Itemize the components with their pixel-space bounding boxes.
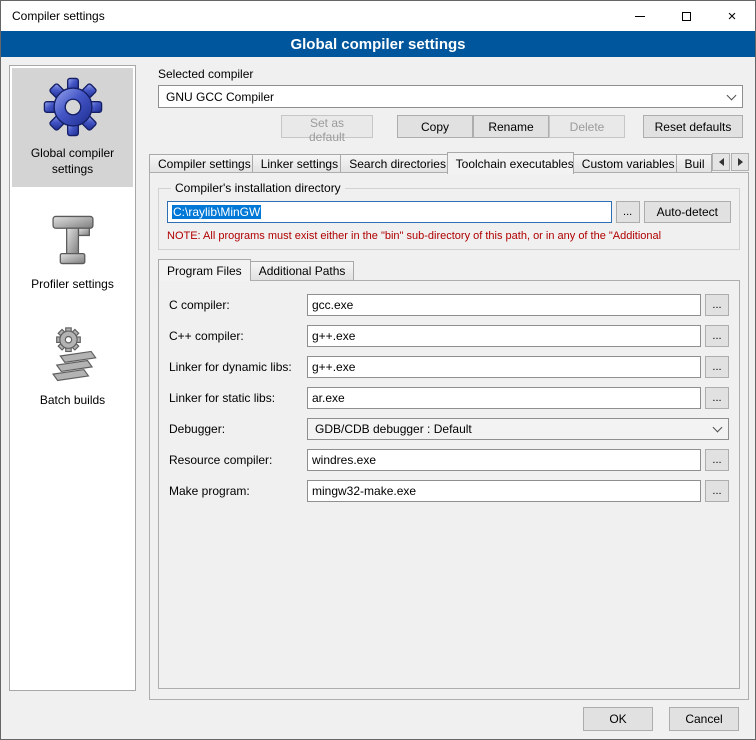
installation-directory-row: C:\raylib\MinGW ... Auto-detect <box>167 201 731 223</box>
debugger-select-value: GDB/CDB debugger : Default <box>315 422 472 436</box>
profiler-icon <box>44 211 102 269</box>
make-program-input[interactable]: mingw32-make.exe <box>307 480 701 502</box>
c-compiler-row: C compiler: gcc.exe ... <box>169 294 729 316</box>
installation-directory-group: Compiler's installation directory C:\ray… <box>158 181 740 250</box>
resource-compiler-browse-button[interactable]: ... <box>705 449 729 471</box>
tab-build-options[interactable]: Buil <box>676 154 713 173</box>
installation-directory-group-label: Compiler's installation directory <box>171 181 345 195</box>
tab-scroll-right-button[interactable] <box>731 153 749 171</box>
dynamic-linker-value: g++.exe <box>312 360 355 374</box>
window-title: Compiler settings <box>1 9 105 23</box>
tab-bar: Compiler settings Linker settings Search… <box>149 151 749 173</box>
sidebar-item-label: Batch builds <box>40 393 105 409</box>
sidebar: Global compiler settings Profiler settin… <box>9 65 136 691</box>
static-linker-row: Linker for static libs: ar.exe ... <box>169 387 729 409</box>
cancel-button[interactable]: Cancel <box>669 707 739 731</box>
dialog-header: Global compiler settings <box>1 31 755 57</box>
auto-detect-button[interactable]: Auto-detect <box>644 201 731 223</box>
close-button[interactable]: × <box>709 1 755 31</box>
tab-scroll-controls <box>711 153 749 171</box>
ok-button[interactable]: OK <box>583 707 653 731</box>
minimize-button[interactable] <box>617 1 663 31</box>
sidebar-item-profiler-settings[interactable]: Profiler settings <box>12 203 133 303</box>
compiler-select-value: GNU GCC Compiler <box>166 90 274 104</box>
installation-directory-input[interactable]: C:\raylib\MinGW <box>167 201 612 223</box>
tab-search-directories[interactable]: Search directories <box>340 154 447 173</box>
static-linker-value: ar.exe <box>312 391 345 405</box>
debugger-row: Debugger: GDB/CDB debugger : Default <box>169 418 729 440</box>
make-program-label: Make program: <box>169 484 307 498</box>
chevron-down-icon <box>727 90 737 100</box>
left-arrow-icon <box>719 158 724 166</box>
c-compiler-label: C compiler: <box>169 298 307 312</box>
maximize-button[interactable] <box>663 1 709 31</box>
debugger-select[interactable]: GDB/CDB debugger : Default <box>307 418 729 440</box>
delete-button[interactable]: Delete <box>549 115 625 138</box>
maximize-icon <box>682 12 691 21</box>
resource-compiler-row: Resource compiler: windres.exe ... <box>169 449 729 471</box>
right-arrow-icon <box>738 158 743 166</box>
tab-compiler-settings[interactable]: Compiler settings <box>149 154 253 173</box>
resource-compiler-value: windres.exe <box>312 453 376 467</box>
selected-compiler-label: Selected compiler <box>158 67 253 81</box>
cpp-compiler-label: C++ compiler: <box>169 329 307 343</box>
window-controls: × <box>617 1 755 31</box>
chevron-down-icon <box>713 423 723 433</box>
static-linker-input[interactable]: ar.exe <box>307 387 701 409</box>
c-compiler-browse-button[interactable]: ... <box>705 294 729 316</box>
copy-button[interactable]: Copy <box>397 115 473 138</box>
static-linker-label: Linker for static libs: <box>169 391 307 405</box>
resource-compiler-label: Resource compiler: <box>169 453 307 467</box>
subtab-additional-paths[interactable]: Additional Paths <box>250 261 355 280</box>
dialog-footer: OK Cancel <box>583 707 739 731</box>
set-as-default-button[interactable]: Set as default <box>281 115 373 138</box>
static-linker-browse-button[interactable]: ... <box>705 387 729 409</box>
dynamic-linker-input[interactable]: g++.exe <box>307 356 701 378</box>
compiler-select[interactable]: GNU GCC Compiler <box>158 85 743 108</box>
cpp-compiler-browse-button[interactable]: ... <box>705 325 729 347</box>
tab-linker-settings[interactable]: Linker settings <box>252 154 342 173</box>
titlebar: Compiler settings × <box>1 1 755 31</box>
gear-icon <box>42 76 104 138</box>
c-compiler-value: gcc.exe <box>312 298 353 312</box>
browse-directory-button[interactable]: ... <box>616 201 640 223</box>
dynamic-linker-row: Linker for dynamic libs: g++.exe ... <box>169 356 729 378</box>
sidebar-item-label: Global compiler settings <box>14 146 131 177</box>
c-compiler-input[interactable]: gcc.exe <box>307 294 701 316</box>
subtab-bar: Program Files Additional Paths <box>158 259 353 280</box>
tab-custom-variables[interactable]: Custom variables <box>573 154 677 173</box>
batch-builds-icon <box>44 327 102 385</box>
cpp-compiler-value: g++.exe <box>312 329 355 343</box>
note-text: NOTE: All programs must exist either in … <box>167 230 731 242</box>
dynamic-linker-browse-button[interactable]: ... <box>705 356 729 378</box>
make-program-browse-button[interactable]: ... <box>705 480 729 502</box>
compiler-settings-window: Compiler settings × Global compiler sett… <box>0 0 756 740</box>
cpp-compiler-input[interactable]: g++.exe <box>307 325 701 347</box>
make-program-value: mingw32-make.exe <box>312 484 416 498</box>
sidebar-item-global-compiler-settings[interactable]: Global compiler settings <box>12 68 133 187</box>
resource-compiler-input[interactable]: windres.exe <box>307 449 701 471</box>
debugger-label: Debugger: <box>169 422 307 436</box>
tab-toolchain-executables[interactable]: Toolchain executables <box>447 152 574 174</box>
dialog-title: Global compiler settings <box>290 36 465 53</box>
cpp-compiler-row: C++ compiler: g++.exe ... <box>169 325 729 347</box>
sidebar-item-batch-builds[interactable]: Batch builds <box>12 319 133 419</box>
toolchain-executables-panel: Compiler's installation directory C:\ray… <box>149 172 749 700</box>
sidebar-item-label: Profiler settings <box>31 277 114 293</box>
installation-directory-value: C:\raylib\MinGW <box>172 205 261 219</box>
compiler-buttons: Set as default Copy Rename Delete Reset … <box>149 115 743 138</box>
reset-defaults-button[interactable]: Reset defaults <box>643 115 743 138</box>
tab-scroll-left-button[interactable] <box>712 153 730 171</box>
close-icon: × <box>728 9 737 24</box>
subtab-program-files[interactable]: Program Files <box>158 259 251 281</box>
rename-button[interactable]: Rename <box>473 115 549 138</box>
program-files-panel: C compiler: gcc.exe ... C++ compiler: g+… <box>158 280 740 689</box>
dynamic-linker-label: Linker for dynamic libs: <box>169 360 307 374</box>
minimize-icon <box>635 16 645 17</box>
make-program-row: Make program: mingw32-make.exe ... <box>169 480 729 502</box>
